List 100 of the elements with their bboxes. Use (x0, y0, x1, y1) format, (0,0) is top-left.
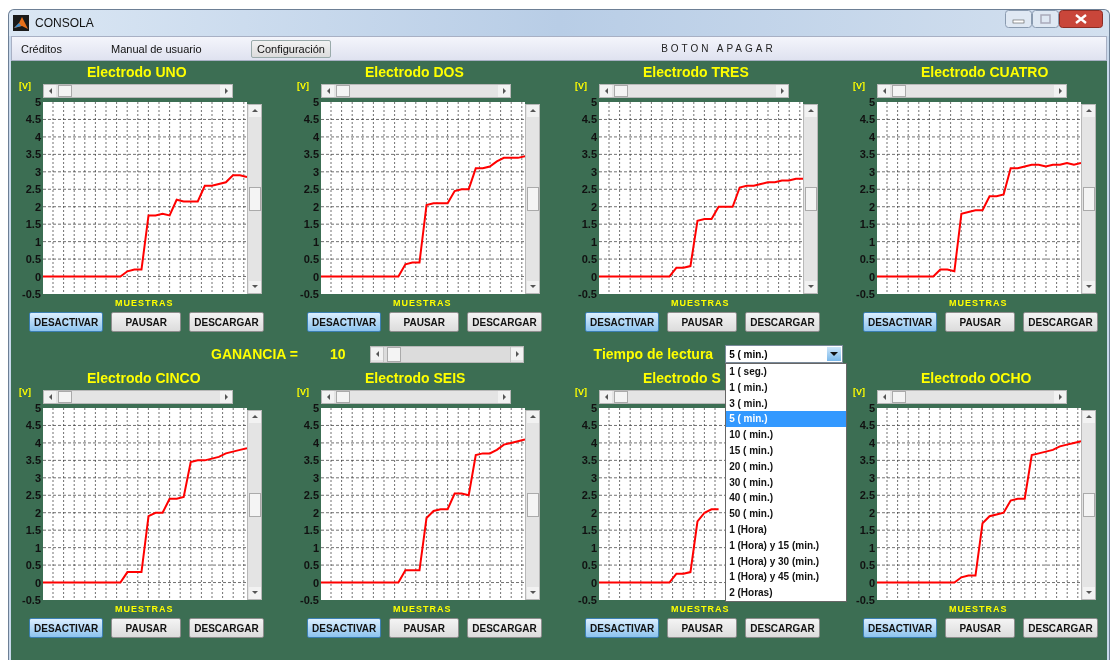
dropdown-option[interactable]: 1 ( min.) (726, 379, 847, 396)
menu-button[interactable]: Configuración (251, 39, 331, 58)
horizontal-scrollbar[interactable] (43, 84, 233, 98)
action-button[interactable]: DESACTIVAR (29, 312, 104, 332)
dropdown-option[interactable]: 30 ( min.) (726, 474, 847, 491)
vertical-scrollbar[interactable] (1081, 104, 1096, 294)
gain-label: GANANCIA = (211, 346, 298, 362)
action-button[interactable]: DESCARGAR (745, 312, 820, 332)
action-button[interactable]: DESACTIVAR (863, 618, 938, 638)
tick-label: 5 (34, 404, 41, 414)
action-button[interactable]: PAUSAR (389, 618, 460, 638)
horizontal-scrollbar[interactable] (321, 84, 511, 98)
vertical-scrollbar[interactable] (247, 410, 262, 600)
menu-item[interactable]: Manual de usuario (111, 40, 251, 57)
axis-label: [V] (574, 81, 588, 91)
action-button[interactable]: DESACTIVAR (307, 312, 382, 332)
dropdown-option[interactable]: 40 ( min.) (726, 490, 847, 507)
action-button[interactable]: PAUSAR (111, 312, 182, 332)
tick-label: 1.5 (859, 524, 875, 537)
vertical-scrollbar[interactable] (1081, 410, 1096, 600)
action-button[interactable]: DESCARGAR (467, 618, 542, 638)
dropdown-option[interactable]: 20 ( min.) (726, 458, 847, 475)
tick-label: 2.5 (581, 489, 597, 502)
action-button[interactable]: DESCARGAR (189, 312, 264, 332)
horizontal-scrollbar[interactable] (877, 390, 1067, 404)
action-button[interactable]: PAUSAR (389, 312, 460, 332)
axis-label: MUESTRAS (949, 298, 1008, 309)
horizontal-scrollbar[interactable] (43, 390, 233, 404)
chart-title: Electrodo CINCO (87, 369, 201, 387)
menu-item[interactable]: Créditos (21, 40, 111, 57)
tick-label: 4 (312, 436, 319, 449)
horizontal-scrollbar[interactable] (877, 84, 1067, 98)
horizontal-scrollbar[interactable] (321, 390, 511, 404)
window-title: CONSOLA (35, 16, 94, 30)
dropdown-option[interactable]: 1 (Hora) y 30 (min.) (726, 553, 847, 570)
dropdown-option[interactable]: 1 ( seg.) (726, 364, 847, 380)
dropdown-option[interactable]: 3 ( min.) (726, 395, 847, 412)
tick-label: 0.5 (859, 559, 875, 572)
tick-label: 1 (868, 541, 875, 554)
tick-label: 4.5 (581, 113, 597, 126)
vertical-scrollbar[interactable] (525, 410, 540, 600)
gain-slider[interactable] (369, 345, 524, 363)
axis-label: [V] (296, 81, 310, 91)
tick-label: 1 (312, 541, 319, 554)
axis-label: MUESTRAS (115, 604, 174, 615)
tick-label: 0 (868, 270, 875, 283)
action-button[interactable]: DESACTIVAR (29, 618, 104, 638)
tick-label: 0 (34, 576, 41, 589)
tick-label: 3.5 (581, 148, 597, 161)
tick-label: 0 (868, 576, 875, 589)
tick-label: 4 (34, 130, 41, 143)
dropdown-option[interactable]: 15 ( min.) (726, 443, 847, 459)
action-button[interactable]: DESACTIVAR (585, 618, 660, 638)
chart-title: Electrodo SEIS (365, 369, 466, 387)
menu-button[interactable]: BOTON APAGAR (330, 41, 1106, 56)
tick-label: -0.5 (300, 594, 319, 604)
action-button[interactable]: DESCARGAR (467, 312, 542, 332)
dropdown-option[interactable]: 10 ( min.) (726, 427, 847, 443)
tick-label: 1 (868, 235, 875, 248)
dropdown-option[interactable]: 1 (Hora) y 15 (min.) (726, 537, 847, 554)
dropdown-option[interactable]: 50 ( min.) (726, 506, 847, 522)
action-button[interactable]: PAUSAR (667, 618, 738, 638)
tick-label: 5 (34, 98, 41, 108)
action-button[interactable]: PAUSAR (111, 618, 182, 638)
maximize-button[interactable] (1032, 10, 1059, 28)
tick-label: 3.5 (303, 148, 319, 161)
tick-label: -0.5 (856, 594, 875, 604)
slider-thumb[interactable] (386, 346, 401, 362)
tick-label: 4 (868, 130, 875, 143)
axis-label: MUESTRAS (671, 604, 730, 615)
action-button[interactable]: DESACTIVAR (863, 312, 938, 332)
action-button[interactable]: PAUSAR (945, 618, 1016, 638)
tick-label: 5 (312, 404, 319, 414)
dropdown-option[interactable]: 1 (Hora) y 45 (min.) (726, 569, 847, 586)
tick-label: 2.5 (859, 183, 875, 196)
action-button[interactable]: DESACTIVAR (307, 618, 382, 638)
dropdown-option[interactable]: 1 (Hora) (726, 521, 847, 538)
horizontal-scrollbar[interactable] (599, 84, 789, 98)
gain-value: 10 (330, 346, 346, 362)
action-button[interactable]: PAUSAR (945, 312, 1016, 332)
minimize-button[interactable] (1005, 10, 1032, 28)
action-button[interactable]: DESCARGAR (745, 618, 820, 638)
close-button[interactable] (1059, 10, 1103, 28)
dropdown-option[interactable]: 2 (Horas) (726, 585, 847, 601)
action-button[interactable]: DESCARGAR (189, 618, 264, 638)
logo-icon (13, 15, 29, 31)
action-button[interactable]: DESCARGAR (1023, 618, 1098, 638)
vertical-scrollbar[interactable] (803, 104, 818, 294)
action-button[interactable]: DESCARGAR (1023, 312, 1098, 332)
vertical-scrollbar[interactable] (525, 104, 540, 294)
tick-label: -0.5 (300, 288, 319, 298)
tick-label: 3 (312, 471, 319, 484)
tick-label: 4 (868, 436, 875, 449)
dropdown[interactable]: 5 ( min.) (725, 345, 844, 363)
action-button[interactable]: PAUSAR (667, 312, 738, 332)
action-button[interactable]: DESACTIVAR (585, 312, 660, 332)
tick-label: 0.5 (581, 253, 597, 266)
tick-label: 4.5 (581, 419, 597, 432)
chart-title: Electrodo TRES (643, 63, 749, 81)
vertical-scrollbar[interactable] (247, 104, 262, 294)
